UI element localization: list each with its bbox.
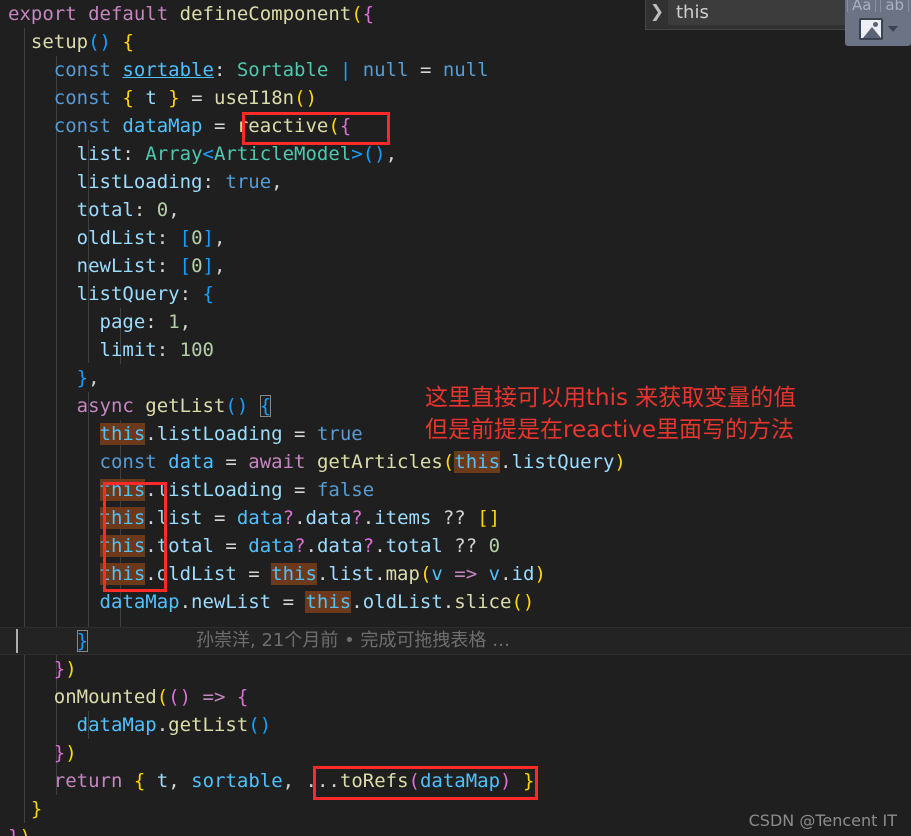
mini-toolbar-tabs[interactable]: Aa ab	[845, 0, 911, 13]
chevron-down-icon[interactable]	[887, 26, 898, 32]
code-line-26[interactable]: dataMap.getList()	[0, 711, 911, 739]
code-line-12[interactable]: page: 1,	[0, 308, 911, 336]
code-line-25[interactable]: onMounted(() => {	[0, 683, 911, 711]
torefs-box	[313, 766, 538, 800]
image-icon[interactable]	[858, 18, 883, 40]
code-line-3[interactable]: const sortable: Sortable | null = null	[0, 56, 911, 84]
code-line-17[interactable]: const data = await getArticles(this.list…	[0, 448, 911, 476]
mini-toolbar-body[interactable]	[845, 12, 911, 46]
code-line-13[interactable]: limit: 100	[0, 336, 911, 364]
annotation-note-line-2: 但是前提是在reactive里面写的方法	[425, 417, 795, 443]
code-line-24[interactable]: })	[0, 655, 911, 683]
code-line-2[interactable]: setup() {	[0, 28, 911, 56]
mini-toolbar-tab-ab[interactable]: ab	[880, 0, 910, 13]
watermark: CSDN @Tencent IT	[748, 811, 897, 830]
mini-toolbar-tab-aa[interactable]: Aa	[846, 0, 877, 13]
code-line-9[interactable]: oldList: [0],	[0, 224, 911, 252]
code-line-27[interactable]: })	[0, 739, 911, 767]
this-column-box	[103, 482, 167, 592]
code-line-6[interactable]: list: Array<ArticleModel>(),	[0, 140, 911, 168]
code-line-5[interactable]: const dataMap = reactive({	[0, 112, 911, 140]
code-line-4[interactable]: const { t } = useI18n()	[0, 84, 911, 112]
git-blame-annotation[interactable]: 孙崇洋, 21个月前 • 完成可拖拽表格 …	[196, 627, 510, 655]
code-line-11[interactable]: listQuery: {	[0, 280, 911, 308]
code-line-7[interactable]: listLoading: true,	[0, 168, 911, 196]
annotation-note-line-1: 这里直接可以用this 来获取变量的值	[425, 385, 797, 411]
vscode-editor-screenshot: export default defineComponent({ setup()…	[0, 0, 911, 836]
code-line-8[interactable]: total: 0,	[0, 196, 911, 224]
reactive-call-box	[242, 112, 390, 145]
code-line-10[interactable]: newList: [0],	[0, 252, 911, 280]
code-line-22[interactable]: dataMap.newList = this.oldList.slice()	[0, 588, 911, 616]
floating-mini-toolbar[interactable]: Aa ab	[845, 0, 911, 46]
chevron-right-icon[interactable]: ❯	[646, 0, 668, 30]
